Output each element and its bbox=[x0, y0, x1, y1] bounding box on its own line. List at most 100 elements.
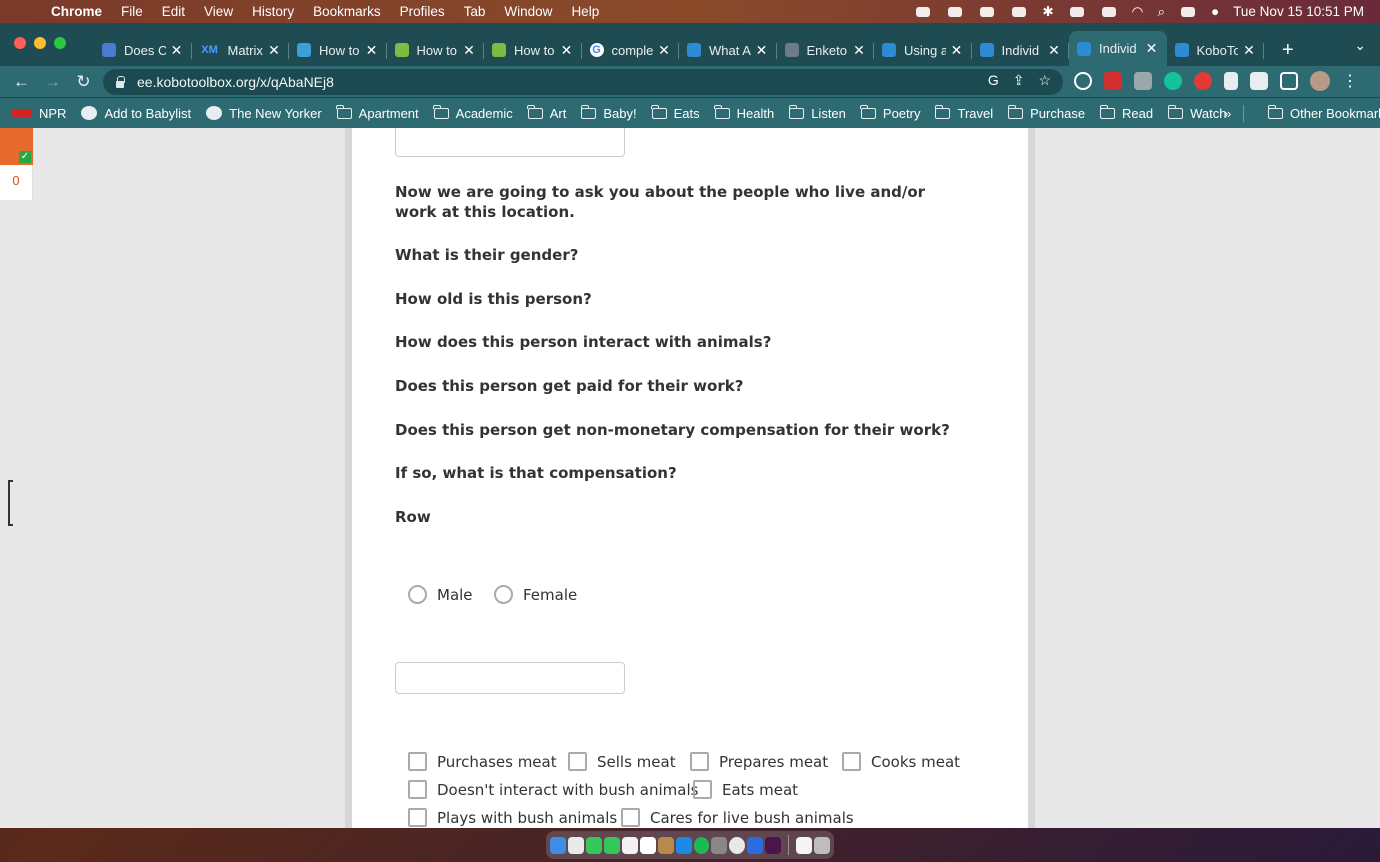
tab-close-icon[interactable]: ✕ bbox=[755, 42, 769, 59]
bookmark-item[interactable]: Art bbox=[527, 104, 566, 121]
browser-tab[interactable]: KoboTo ✕ bbox=[1167, 34, 1265, 66]
google-lens-icon[interactable]: G bbox=[988, 72, 999, 89]
profile-avatar[interactable] bbox=[1310, 71, 1330, 91]
checkbox-no-interaction[interactable]: Doesn't interact with bush animals bbox=[408, 780, 698, 799]
lock-icon[interactable] bbox=[115, 76, 125, 88]
extension-stop-icon[interactable] bbox=[1194, 72, 1212, 90]
tab-close-icon[interactable]: ✕ bbox=[657, 42, 671, 59]
bookmark-item[interactable]: Baby! bbox=[580, 104, 637, 121]
side-widget[interactable]: 0 bbox=[0, 128, 33, 200]
launchpad-icon[interactable] bbox=[567, 836, 584, 854]
browser-tab[interactable]: Individ ✕ bbox=[972, 34, 1070, 66]
bookmark-item[interactable]: Watch bbox=[1167, 104, 1226, 121]
extensions-puzzle-icon[interactable] bbox=[1250, 72, 1268, 90]
minimize-window-button[interactable] bbox=[34, 37, 46, 49]
bookmark-item[interactable]: Eats bbox=[651, 104, 700, 121]
tab-close-icon[interactable]: ✕ bbox=[1145, 40, 1159, 57]
browser-tab[interactable]: What A ✕ bbox=[679, 34, 777, 66]
tab-close-icon[interactable]: ✕ bbox=[1242, 42, 1256, 59]
extension-globe-icon[interactable] bbox=[1074, 72, 1092, 90]
browser-tab[interactable]: XM Matrix ✕ bbox=[192, 34, 290, 66]
menu-help[interactable]: Help bbox=[571, 4, 599, 19]
checkbox-plays-with-animals[interactable]: Plays with bush animals bbox=[408, 808, 617, 827]
checkbox-sells-meat[interactable]: Sells meat bbox=[568, 752, 676, 771]
dropbox-icon[interactable] bbox=[946, 6, 964, 18]
browser-tab[interactable]: How to ✕ bbox=[387, 34, 485, 66]
tab-close-icon[interactable]: ✕ bbox=[950, 42, 964, 59]
male-radio[interactable] bbox=[408, 585, 427, 604]
bookmark-item[interactable]: Poetry bbox=[860, 104, 920, 121]
reload-icon[interactable]: ↻ bbox=[68, 72, 99, 92]
chrome-menu-icon[interactable]: ⋮ bbox=[1342, 71, 1358, 91]
bookmark-item[interactable]: Apartment bbox=[336, 104, 419, 121]
checkbox-eats-meat[interactable]: Eats meat bbox=[693, 780, 798, 799]
settings-icon[interactable] bbox=[711, 836, 728, 854]
extension-mendeley-icon[interactable] bbox=[1104, 72, 1122, 90]
extension-grammarly-icon[interactable] bbox=[1164, 72, 1182, 90]
female-radio[interactable] bbox=[494, 585, 513, 604]
tab-close-icon[interactable]: ✕ bbox=[462, 42, 476, 59]
forward-arrow-icon[interactable]: → bbox=[37, 72, 68, 92]
menubar-clock[interactable]: Tue Nov 15 10:51 PM bbox=[1233, 4, 1364, 19]
menu-tab[interactable]: Tab bbox=[464, 4, 486, 19]
side-panel-icon[interactable] bbox=[1280, 72, 1298, 90]
menu-file[interactable]: File bbox=[121, 4, 143, 19]
chrome-icon[interactable] bbox=[729, 836, 746, 854]
facetime-icon[interactable] bbox=[603, 836, 620, 854]
bookmark-item[interactable]: NPR bbox=[12, 106, 66, 121]
extension-gray-icon[interactable] bbox=[1134, 72, 1152, 90]
checkbox-cares-for-animals[interactable]: Cares for live bush animals bbox=[621, 808, 854, 827]
browser-tab[interactable]: How to ✕ bbox=[484, 34, 582, 66]
menu-edit[interactable]: Edit bbox=[162, 4, 185, 19]
checkbox[interactable] bbox=[693, 780, 712, 799]
slack-icon[interactable] bbox=[765, 836, 782, 854]
wifi-icon[interactable]: ◠ bbox=[1132, 4, 1144, 20]
icloud-icon[interactable] bbox=[1010, 6, 1028, 18]
new-tab-button[interactable]: + bbox=[1282, 39, 1306, 66]
bluetooth-icon[interactable]: ✱ bbox=[1042, 4, 1053, 20]
browser-tab[interactable]: Gcomple ✕ bbox=[582, 34, 680, 66]
cloud-icon[interactable] bbox=[978, 6, 996, 18]
checkbox[interactable] bbox=[690, 752, 709, 771]
bookmark-item[interactable]: Travel bbox=[934, 104, 993, 121]
checkbox-purchases-meat[interactable]: Purchases meat bbox=[408, 752, 557, 771]
bookmark-item[interactable]: Listen bbox=[788, 104, 846, 121]
browser-tab[interactable]: Enketo ✕ bbox=[777, 34, 875, 66]
bookmark-item[interactable]: Purchase bbox=[1007, 104, 1085, 121]
share-icon[interactable]: ⇪ bbox=[1013, 72, 1025, 89]
control-center-icon[interactable] bbox=[1179, 6, 1197, 18]
calendar-icon[interactable] bbox=[639, 836, 656, 854]
checkbox-prepares-meat[interactable]: Prepares meat bbox=[690, 752, 828, 771]
tab-search-chevron-icon[interactable]: ⌄ bbox=[1354, 37, 1366, 54]
finder-icon[interactable] bbox=[550, 836, 566, 854]
gender-female-option[interactable]: Female bbox=[494, 585, 577, 604]
spotify-icon[interactable] bbox=[693, 836, 710, 854]
bookmark-item[interactable]: The New Yorker bbox=[206, 106, 322, 121]
notes-icon[interactable] bbox=[657, 836, 674, 854]
tab-close-icon[interactable]: ✕ bbox=[170, 42, 184, 59]
browser-tab[interactable]: Individ ✕ bbox=[1069, 31, 1167, 66]
tab-close-icon[interactable]: ✕ bbox=[560, 42, 574, 59]
app-store-icon[interactable] bbox=[675, 836, 692, 854]
spotlight-search-icon[interactable]: ⌕ bbox=[1157, 4, 1165, 20]
checkbox[interactable] bbox=[408, 808, 427, 827]
menu-window[interactable]: Window bbox=[504, 4, 552, 19]
menu-app-name[interactable]: Chrome bbox=[51, 4, 102, 19]
photos-icon[interactable] bbox=[621, 836, 638, 854]
zoom-icon[interactable] bbox=[747, 836, 764, 854]
checkbox-cooks-meat[interactable]: Cooks meat bbox=[842, 752, 960, 771]
checkbox[interactable] bbox=[568, 752, 587, 771]
tab-close-icon[interactable]: ✕ bbox=[1047, 42, 1061, 59]
fullscreen-window-button[interactable] bbox=[54, 37, 66, 49]
back-arrow-icon[interactable]: ← bbox=[6, 72, 37, 92]
checkbox[interactable] bbox=[842, 752, 861, 771]
creative-cloud-icon[interactable] bbox=[914, 6, 932, 18]
age-input[interactable] bbox=[395, 662, 625, 694]
bookmark-star-icon[interactable]: ☆ bbox=[1038, 72, 1051, 89]
extension-doc-icon[interactable] bbox=[1224, 72, 1238, 90]
other-bookmarks[interactable]: Other Bookmarks bbox=[1267, 98, 1380, 129]
document-icon[interactable] bbox=[796, 836, 813, 854]
bookmarks-overflow-button[interactable]: » bbox=[1224, 106, 1231, 121]
gender-male-option[interactable]: Male bbox=[408, 585, 473, 604]
checkbox[interactable] bbox=[408, 780, 427, 799]
